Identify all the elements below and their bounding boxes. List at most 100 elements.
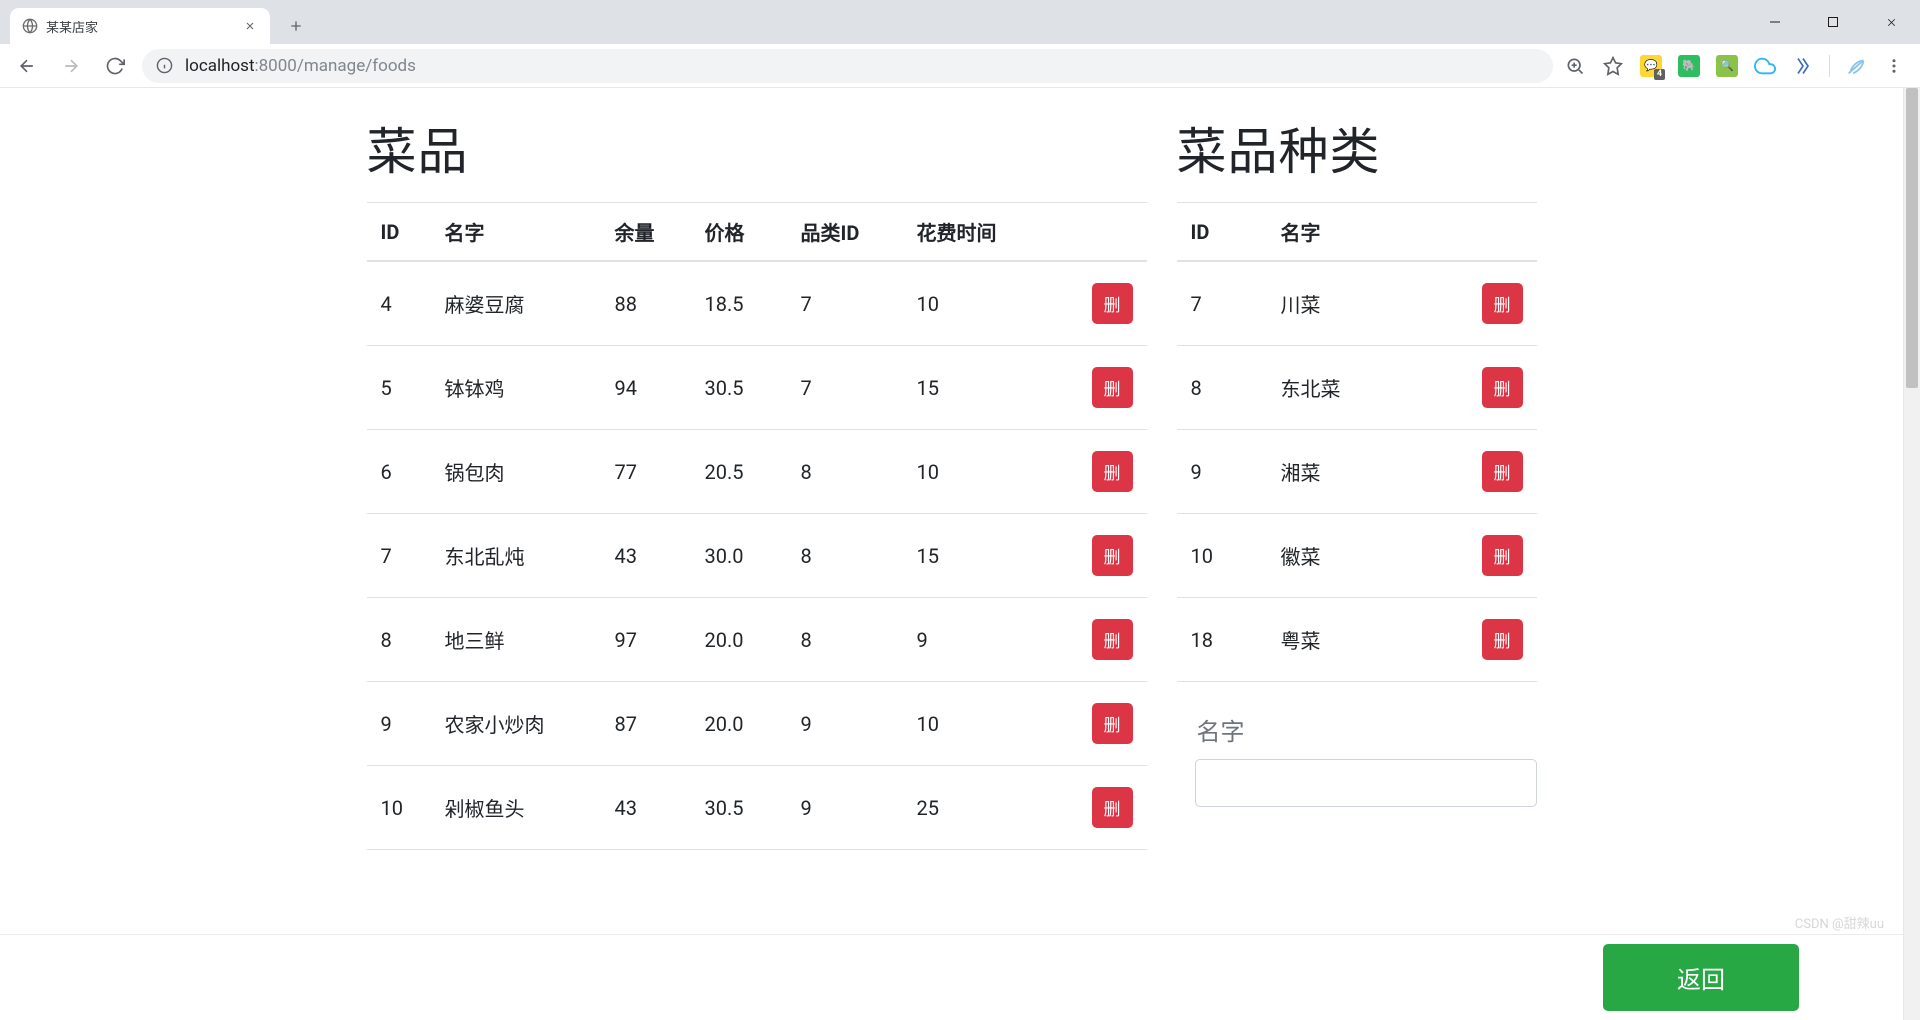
- cell-price: 30.5: [695, 346, 791, 430]
- watermark-text: CSDN @甜辣uu: [1795, 913, 1884, 932]
- cell-id: 7: [1177, 261, 1271, 346]
- cell-price: 30.0: [695, 514, 791, 598]
- address-bar[interactable]: localhost:8000/manage/foods: [142, 49, 1553, 83]
- cell-name: 粤菜: [1271, 598, 1467, 682]
- delete-food-button[interactable]: 删: [1092, 787, 1133, 828]
- browser-toolbar: localhost:8000/manage/foods 💬4 🐘 🔍: [0, 44, 1920, 88]
- maximize-button[interactable]: [1804, 0, 1862, 44]
- table-row: 18粤菜删: [1177, 598, 1537, 682]
- category-name-input[interactable]: [1195, 759, 1537, 807]
- col-stock: 余量: [605, 203, 695, 262]
- cell-stock: 88: [605, 261, 695, 346]
- delete-category-button[interactable]: 删: [1482, 451, 1523, 492]
- col-time: 花费时间: [907, 203, 1067, 262]
- cell-time: 15: [907, 514, 1067, 598]
- cell-name: 川菜: [1271, 261, 1467, 346]
- close-window-button[interactable]: [1862, 0, 1920, 44]
- extension-evernote-icon[interactable]: 🐘: [1677, 54, 1701, 78]
- back-page-button[interactable]: 返回: [1603, 944, 1799, 1011]
- table-row: 8地三鲜9720.089删: [367, 598, 1147, 682]
- tab-bar: 某某店家: [0, 0, 1920, 44]
- cell-id: 10: [367, 766, 435, 850]
- foods-table: ID 名字 余量 价格 品类ID 花费时间 4麻婆豆腐8818.5710删5钵钵…: [367, 202, 1147, 850]
- cell-stock: 94: [605, 346, 695, 430]
- delete-food-button[interactable]: 删: [1092, 619, 1133, 660]
- cell-time: 15: [907, 346, 1067, 430]
- delete-food-button[interactable]: 删: [1092, 451, 1133, 492]
- table-row: 7东北乱炖4330.0815删: [367, 514, 1147, 598]
- col-price: 价格: [695, 203, 791, 262]
- cell-time: 10: [907, 682, 1067, 766]
- url-path: :8000/manage/foods: [255, 56, 416, 76]
- cell-id: 6: [367, 430, 435, 514]
- cell-time: 10: [907, 261, 1067, 346]
- cell-name: 徽菜: [1271, 514, 1467, 598]
- table-row: 9湘菜删: [1177, 430, 1537, 514]
- delete-food-button[interactable]: 删: [1092, 703, 1133, 744]
- add-category-form: 名字: [1177, 682, 1537, 807]
- extension-green-icon[interactable]: 🔍: [1715, 54, 1739, 78]
- zoom-icon[interactable]: [1563, 54, 1587, 78]
- close-icon[interactable]: [242, 18, 258, 34]
- extension-blue-icon[interactable]: [1791, 54, 1815, 78]
- cell-name: 麻婆豆腐: [435, 261, 605, 346]
- cell-stock: 87: [605, 682, 695, 766]
- kebab-menu-icon[interactable]: [1882, 54, 1906, 78]
- bookmark-star-icon[interactable]: [1601, 54, 1625, 78]
- forward-button[interactable]: [54, 49, 88, 83]
- extension-cloud-icon[interactable]: [1753, 54, 1777, 78]
- scrollbar-thumb[interactable]: [1906, 88, 1918, 388]
- categories-section: 菜品种类 ID 名字 7川菜删8东北菜删9湘菜删10徽菜删18粤菜删: [1177, 108, 1537, 850]
- cell-name: 东北菜: [1271, 346, 1467, 430]
- cell-cat: 8: [791, 430, 907, 514]
- cell-cat: 8: [791, 598, 907, 682]
- cell-id: 5: [367, 346, 435, 430]
- cell-id: 7: [367, 514, 435, 598]
- cell-name: 钵钵鸡: [435, 346, 605, 430]
- delete-category-button[interactable]: 删: [1482, 283, 1523, 324]
- cell-price: 20.0: [695, 598, 791, 682]
- table-row: 7川菜删: [1177, 261, 1537, 346]
- browser-tab[interactable]: 某某店家: [10, 8, 270, 44]
- new-tab-button[interactable]: [280, 10, 312, 42]
- cell-price: 20.0: [695, 682, 791, 766]
- minimize-button[interactable]: [1746, 0, 1804, 44]
- delete-food-button[interactable]: 删: [1092, 535, 1133, 576]
- extension-yellow-icon[interactable]: 💬4: [1639, 54, 1663, 78]
- cell-id: 8: [367, 598, 435, 682]
- delete-category-button[interactable]: 删: [1482, 367, 1523, 408]
- toolbar-right: 💬4 🐘 🔍: [1563, 54, 1910, 78]
- cell-stock: 97: [605, 598, 695, 682]
- browser-window: 某某店家 localhost:8000/manage/foods 💬: [0, 0, 1920, 1020]
- cell-time: 25: [907, 766, 1067, 850]
- col-id: ID: [367, 203, 435, 262]
- categories-title: 菜品种类: [1177, 112, 1537, 184]
- table-row: 6锅包肉7720.5810删: [367, 430, 1147, 514]
- delete-category-button[interactable]: 删: [1482, 535, 1523, 576]
- cell-stock: 77: [605, 430, 695, 514]
- cell-time: 10: [907, 430, 1067, 514]
- page-viewport: 菜品 ID 名字 余量 价格 品类ID 花费时间: [0, 88, 1920, 1020]
- delete-food-button[interactable]: 删: [1092, 283, 1133, 324]
- globe-icon: [22, 18, 38, 34]
- cell-cat: 9: [791, 766, 907, 850]
- cell-id: 10: [1177, 514, 1271, 598]
- back-button[interactable]: [10, 49, 44, 83]
- toolbar-divider: [1829, 55, 1830, 77]
- extension-feather-icon[interactable]: [1844, 54, 1868, 78]
- table-row: 10剁椒鱼头4330.5925删: [367, 766, 1147, 850]
- cell-id: 9: [1177, 430, 1271, 514]
- foods-header-row: ID 名字 余量 价格 品类ID 花费时间: [367, 203, 1147, 262]
- cell-cat: 7: [791, 346, 907, 430]
- scrollbar[interactable]: [1903, 88, 1920, 1020]
- site-info-icon[interactable]: [156, 57, 173, 74]
- cell-id: 4: [367, 261, 435, 346]
- col-cat-id: ID: [1177, 203, 1271, 262]
- table-row: 8东北菜删: [1177, 346, 1537, 430]
- col-cat-name: 名字: [1271, 203, 1467, 262]
- delete-food-button[interactable]: 删: [1092, 367, 1133, 408]
- reload-button[interactable]: [98, 49, 132, 83]
- cell-time: 9: [907, 598, 1067, 682]
- cell-id: 8: [1177, 346, 1271, 430]
- delete-category-button[interactable]: 删: [1482, 619, 1523, 660]
